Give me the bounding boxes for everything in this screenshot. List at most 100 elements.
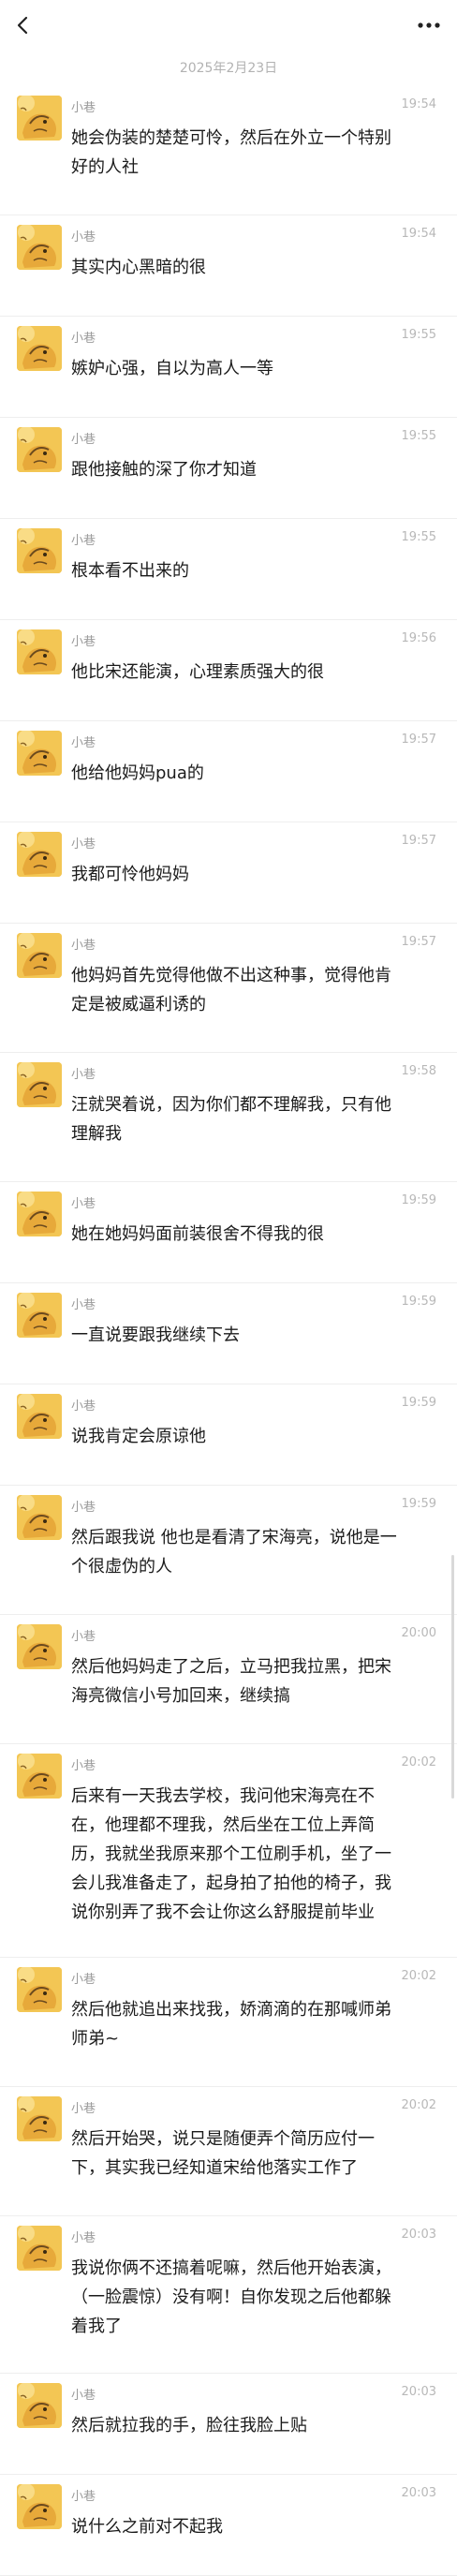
avatar[interactable] xyxy=(17,832,62,877)
date-separator: 2025年2月23日 xyxy=(179,61,278,76)
scrollbar-thumb[interactable] xyxy=(451,1555,454,1799)
avatar[interactable] xyxy=(17,1192,62,1236)
sender-name: 小巷 xyxy=(71,433,96,447)
sender-name: 小巷 xyxy=(71,1197,96,1211)
message-item[interactable]: 小巷 19:58 汪就哭着说，因为你们都不理解我，只有他 理解我 xyxy=(0,1053,457,1182)
sender-name: 小巷 xyxy=(71,2231,96,2245)
sender-name: 小巷 xyxy=(71,1298,96,1312)
message-time: 19:59 xyxy=(401,1193,436,1207)
sender-name: 小巷 xyxy=(71,635,96,649)
avatar[interactable] xyxy=(17,933,62,978)
avatar[interactable] xyxy=(17,629,62,674)
sender-name: 小巷 xyxy=(71,1759,96,1773)
avatar[interactable] xyxy=(17,1624,62,1669)
message-text: 说我肯定会原谅他 xyxy=(71,1427,206,1446)
message-time: 20:00 xyxy=(401,1626,436,1640)
message-text: 然后就拉我的手，脸往我脸上贴 xyxy=(71,2416,307,2435)
message-time: 19:57 xyxy=(401,834,436,848)
message-text: 他给他妈妈pua的 xyxy=(71,763,204,783)
message-time: 19:54 xyxy=(401,97,436,111)
message-text: 根本看不出来的 xyxy=(71,561,189,581)
avatar[interactable] xyxy=(17,427,62,472)
message-item[interactable]: 小巷 19:55 跟他接触的深了你才知道 xyxy=(0,418,457,519)
sender-name: 小巷 xyxy=(71,837,96,851)
message-item[interactable]: 小巷 19:55 根本看不出来的 xyxy=(0,519,457,620)
message-item[interactable]: 小巷 20:03 说什么之前对不起我 xyxy=(0,2475,457,2576)
message-item[interactable]: 小巷 19:54 其实内心黑暗的很 xyxy=(0,215,457,317)
message-item[interactable]: 小巷 20:03 然后就拉我的手，脸往我脸上贴 xyxy=(0,2374,457,2475)
message-time: 19:59 xyxy=(401,1295,436,1309)
avatar[interactable] xyxy=(17,1754,62,1799)
message-list: 小巷 19:54 她会伪装的楚楚可怜，然后在外立一个特别 好的人社 小巷 19:54 其… xyxy=(0,86,457,2576)
sender-name: 小巷 xyxy=(71,1973,96,1987)
message-text: 嫉妒心强，自以为高人一等 xyxy=(71,359,273,378)
message-text: 我说你俩不还搞着呢嘛，然后他开始表演， （一脸震惊）没有啊！自你发现之后他都躲 … xyxy=(71,2258,391,2336)
message-text: 我都可怜他妈妈 xyxy=(71,865,189,884)
avatar[interactable] xyxy=(17,326,62,371)
message-time: 20:03 xyxy=(401,2228,436,2242)
avatar[interactable] xyxy=(17,225,62,270)
message-item[interactable]: 小巷 19:57 我都可怜他妈妈 xyxy=(0,822,457,924)
message-time: 19:55 xyxy=(401,429,436,443)
more-dots-icon[interactable] xyxy=(416,17,442,34)
message-item[interactable]: 小巷 19:57 他给他妈妈pua的 xyxy=(0,721,457,822)
message-text: 然后开始哭，说只是随便弄个简历应付一 下，其实我已经知道宋给他落实工作了 xyxy=(71,2129,375,2178)
message-text: 跟他接触的深了你才知道 xyxy=(71,460,257,480)
message-item[interactable]: 小巷 19:56 他比宋还能演，心理素质强大的很 xyxy=(0,620,457,721)
avatar[interactable] xyxy=(17,1293,62,1338)
avatar[interactable] xyxy=(17,2484,62,2529)
message-time: 20:02 xyxy=(401,2098,436,2112)
sender-name: 小巷 xyxy=(71,230,96,244)
message-item[interactable]: 小巷 19:59 说我肯定会原谅他 xyxy=(0,1384,457,1486)
sender-name: 小巷 xyxy=(71,1630,96,1644)
avatar[interactable] xyxy=(17,2383,62,2428)
message-text: 她在她妈妈面前装很舍不得我的很 xyxy=(71,1224,324,1244)
message-text: 他比宋还能演，心理素质强大的很 xyxy=(71,662,324,682)
sender-name: 小巷 xyxy=(71,101,96,115)
message-item[interactable]: 小巷 19:59 她在她妈妈面前装很舍不得我的很 xyxy=(0,1182,457,1283)
message-time: 20:03 xyxy=(401,2385,436,2399)
message-text: 后来有一天我去学校，我问他宋海亮在不 在，他理都不理我，然后坐在工位上弄简 历，… xyxy=(71,1786,391,1922)
message-text: 他妈妈首先觉得他做不出这种事，觉得他肯 定是被威逼利诱的 xyxy=(71,966,391,1014)
message-item[interactable]: 小巷 19:59 一直说要跟我继续下去 xyxy=(0,1283,457,1384)
message-item[interactable]: 小巷 19:55 嫉妒心强，自以为高人一等 xyxy=(0,317,457,418)
back-chevron-icon[interactable] xyxy=(13,15,34,36)
message-time: 19:55 xyxy=(401,328,436,342)
message-time: 20:03 xyxy=(401,2486,436,2500)
message-text: 说什么之前对不起我 xyxy=(71,2517,223,2537)
sender-name: 小巷 xyxy=(71,736,96,750)
sender-name: 小巷 xyxy=(71,2102,96,2116)
message-text: 然后跟我说 他也是看清了宋海亮，说他是一 个很虚伪的人 xyxy=(71,1528,397,1577)
avatar[interactable] xyxy=(17,731,62,776)
message-item[interactable]: 小巷 19:59 然后跟我说 他也是看清了宋海亮，说他是一 个很虚伪的人 xyxy=(0,1486,457,1615)
sender-name: 小巷 xyxy=(71,2389,96,2403)
message-item[interactable]: 小巷 20:02 然后他就追出来找我，娇滴滴的在那喊师弟 师弟~ xyxy=(0,1958,457,2087)
avatar[interactable] xyxy=(17,1967,62,2012)
sender-name: 小巷 xyxy=(71,2490,96,2504)
top-bar xyxy=(0,0,457,54)
message-item[interactable]: 小巷 19:57 他妈妈首先觉得他做不出这种事，觉得他肯 定是被威逼利诱的 xyxy=(0,924,457,1053)
message-item[interactable]: 小巷 20:03 我说你俩不还搞着呢嘛，然后他开始表演， （一脸震惊）没有啊！自你发… xyxy=(0,2216,457,2374)
message-item[interactable]: 小巷 20:00 然后他妈妈走了之后，立马把我拉黑，把宋 海亮微信小号加回来，继续搞 xyxy=(0,1615,457,1744)
sender-name: 小巷 xyxy=(71,1399,96,1414)
message-time: 20:02 xyxy=(401,1969,436,1983)
message-text: 其实内心黑暗的很 xyxy=(71,258,206,277)
message-text: 一直说要跟我继续下去 xyxy=(71,1325,240,1345)
avatar[interactable] xyxy=(17,1495,62,1540)
message-item[interactable]: 小巷 20:02 后来有一天我去学校，我问他宋海亮在不 在，他理都不理我，然后坐在工… xyxy=(0,1744,457,1958)
avatar[interactable] xyxy=(17,1394,62,1439)
avatar[interactable] xyxy=(17,528,62,573)
avatar[interactable] xyxy=(17,2096,62,2141)
message-time: 19:57 xyxy=(401,733,436,747)
sender-name: 小巷 xyxy=(71,1068,96,1082)
message-time: 19:59 xyxy=(401,1497,436,1511)
avatar[interactable] xyxy=(17,96,62,141)
avatar[interactable] xyxy=(17,2226,62,2271)
sender-name: 小巷 xyxy=(71,534,96,548)
avatar[interactable] xyxy=(17,1062,62,1107)
message-item[interactable]: 小巷 20:02 然后开始哭，说只是随便弄个简历应付一 下，其实我已经知道宋给他落实… xyxy=(0,2087,457,2216)
sender-name: 小巷 xyxy=(71,1501,96,1515)
message-item[interactable]: 小巷 19:54 她会伪装的楚楚可怜，然后在外立一个特别 好的人社 xyxy=(0,86,457,215)
message-time: 19:56 xyxy=(401,631,436,645)
message-time: 19:57 xyxy=(401,935,436,949)
